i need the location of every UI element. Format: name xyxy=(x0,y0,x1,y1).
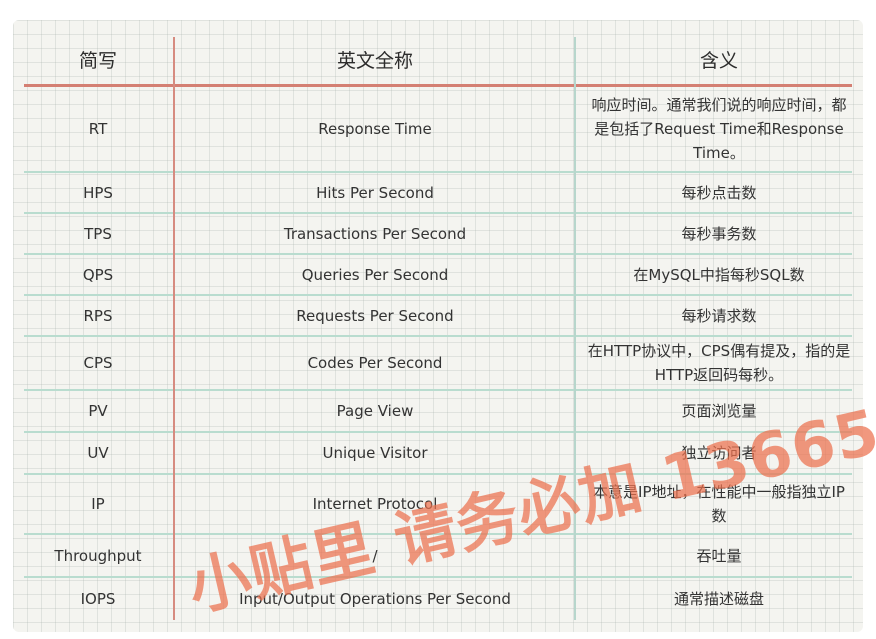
cell-english-name: Internet Protocol xyxy=(312,495,438,513)
table-row-cps: CPS Codes Per Second 在HTTP协议中，CPS偶有提及，指的… xyxy=(13,337,863,389)
cell-english-name: Transactions Per Second xyxy=(283,224,467,243)
cell-english-name: Codes Per Second xyxy=(307,354,443,372)
cell-abbreviation: RT xyxy=(88,120,108,138)
table-row-ip: IP Internet Protocol 本意是IP地址，在性能中一般指独立IP… xyxy=(13,475,863,533)
cell-abbreviation: HPS xyxy=(83,183,113,202)
table-row-tps: TPS Transactions Per Second 每秒事务数 xyxy=(13,214,863,253)
cell-meaning: 吞吐量 xyxy=(696,546,742,565)
column-divider-2 xyxy=(574,37,576,620)
table-row-uv: UV Unique Visitor 独立访问者 xyxy=(13,433,863,473)
cell-meaning: 每秒事务数 xyxy=(681,224,757,243)
cell-meaning: 在MySQL中指每秒SQL数 xyxy=(633,265,805,284)
acronym-table: 简写 英文全称 含义 RT Response Time 响应时间。通常我们说的响… xyxy=(13,20,863,632)
cell-meaning: 响应时间。通常我们说的响应时间，都是包括了Request Time和Respon… xyxy=(591,96,847,162)
cell-abbreviation: Throughput xyxy=(54,546,142,565)
column-divider-1 xyxy=(173,37,175,620)
cell-meaning: 独立访问者 xyxy=(681,444,757,462)
cell-english-name: / xyxy=(372,546,378,565)
cell-meaning: 在HTTP协议中，CPS偶有提及，指的是HTTP返回码每秒。 xyxy=(587,342,851,384)
cell-abbreviation: PV xyxy=(88,402,108,420)
cell-meaning: 通常描述磁盘 xyxy=(673,590,764,608)
table-row-pv: PV Page View 页面浏览量 xyxy=(13,391,863,431)
cell-abbreviation: UV xyxy=(87,444,109,462)
table-row-throughput: Throughput / 吞吐量 xyxy=(13,535,863,576)
table-row-iops: IOPS Input/Output Operations Per Second … xyxy=(13,578,863,620)
table-header-row: 简写 英文全称 含义 xyxy=(13,37,863,84)
cell-english-name: Requests Per Second xyxy=(296,306,454,325)
cell-abbreviation: TPS xyxy=(84,224,112,243)
cell-abbreviation: IP xyxy=(91,495,105,513)
cell-english-name: Page View xyxy=(336,402,414,420)
table-row-rps: RPS Requests Per Second 每秒请求数 xyxy=(13,296,863,335)
cell-english-name: Response Time xyxy=(318,120,432,138)
table-row-rt: RT Response Time 响应时间。通常我们说的响应时间，都是包括了Re… xyxy=(13,87,863,171)
header-english-name: 英文全称 xyxy=(336,49,413,72)
table-row-qps: QPS Queries Per Second 在MySQL中指每秒SQL数 xyxy=(13,255,863,294)
cell-abbreviation: IOPS xyxy=(80,590,116,608)
cell-english-name: Hits Per Second xyxy=(316,183,434,202)
header-abbreviation: 简写 xyxy=(78,49,117,72)
cell-meaning: 每秒请求数 xyxy=(681,306,757,325)
cell-english-name: Input/Output Operations Per Second xyxy=(239,590,511,608)
table-row-hps: HPS Hits Per Second 每秒点击数 xyxy=(13,173,863,212)
cell-abbreviation: CPS xyxy=(83,354,113,372)
header-meaning: 含义 xyxy=(699,49,738,72)
cell-meaning: 页面浏览量 xyxy=(681,402,757,420)
cell-abbreviation: RPS xyxy=(83,306,113,325)
cell-english-name: Queries Per Second xyxy=(301,265,449,284)
cell-abbreviation: QPS xyxy=(82,265,114,284)
cell-english-name: Unique Visitor xyxy=(322,444,428,462)
cell-meaning: 每秒点击数 xyxy=(681,183,757,202)
cell-meaning: 本意是IP地址，在性能中一般指独立IP数 xyxy=(593,483,845,525)
